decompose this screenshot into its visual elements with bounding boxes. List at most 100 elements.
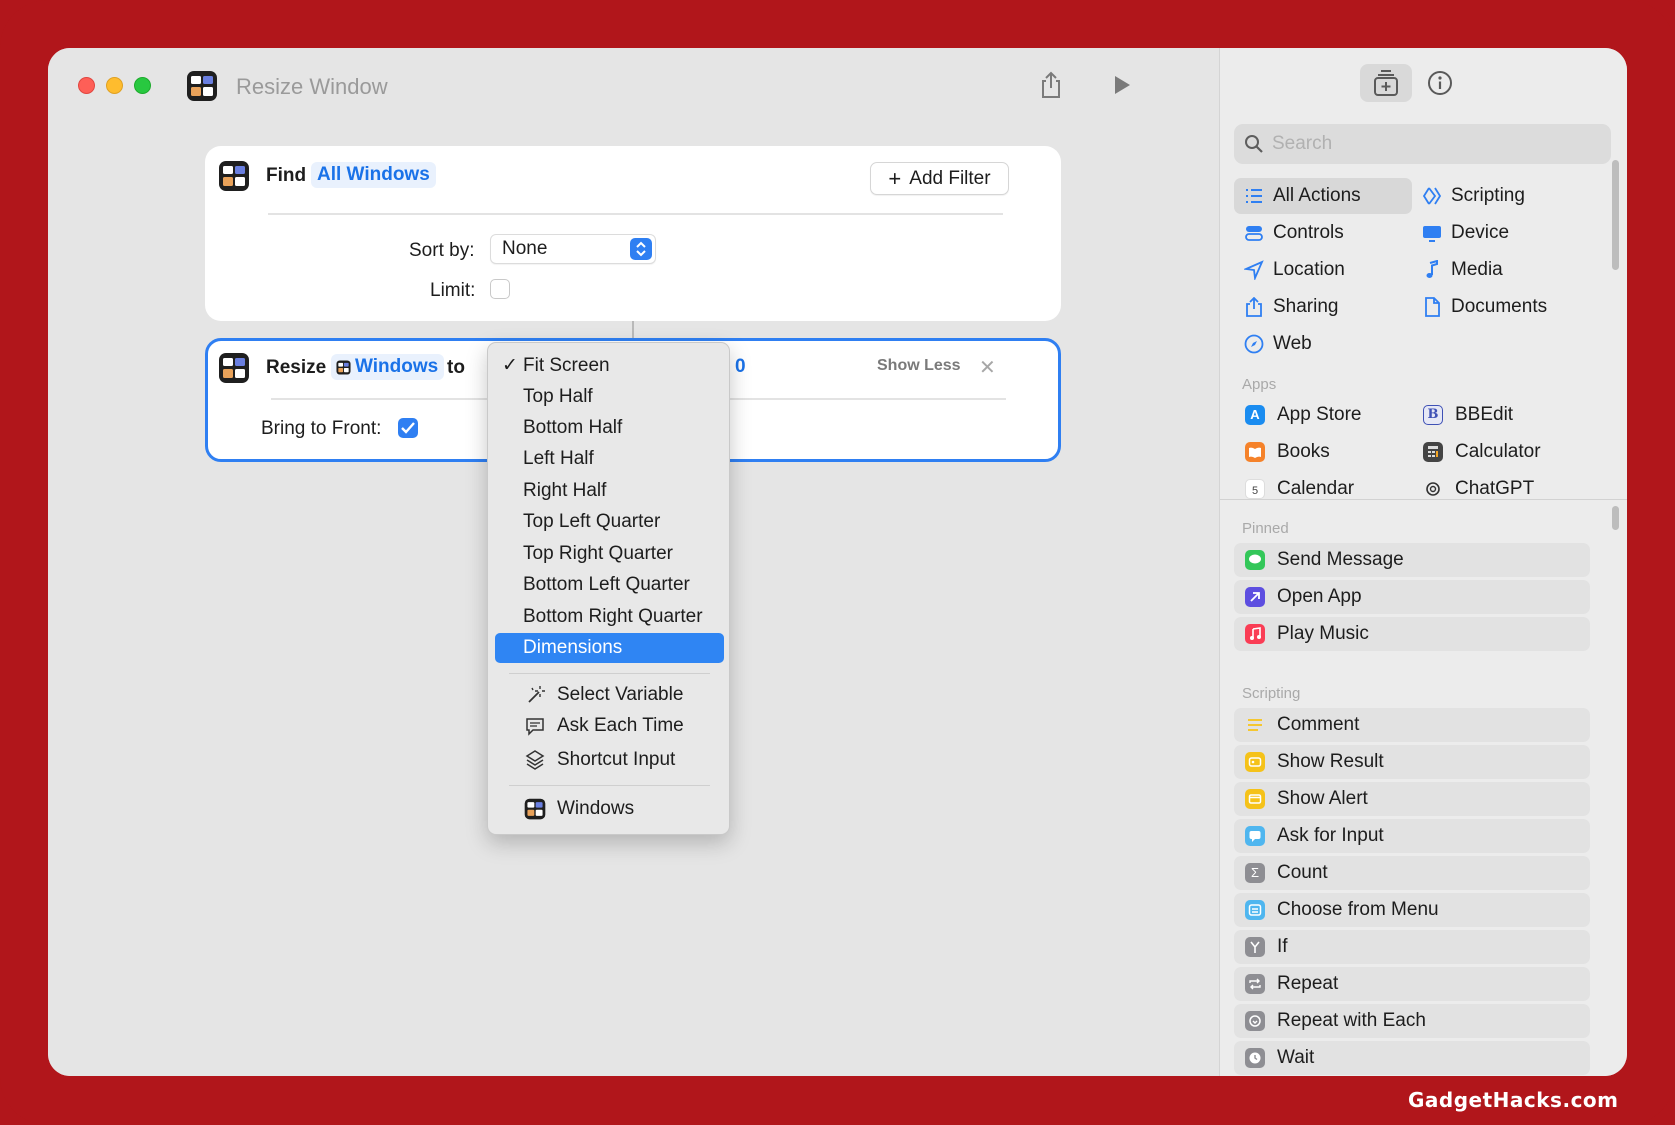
category-documents[interactable]: Documents [1412, 289, 1590, 325]
sort-by-select[interactable]: None [490, 234, 656, 264]
bbedit-icon: B [1423, 405, 1443, 425]
menu-item-left-half[interactable]: Left Half [495, 444, 724, 474]
bring-to-front-checkbox[interactable] [398, 418, 418, 438]
close-window-button[interactable] [78, 77, 95, 94]
action-wait[interactable]: Wait [1234, 1041, 1590, 1075]
action-ask-for-input[interactable]: Ask for Input [1234, 819, 1590, 853]
menu-item-ask-each-time[interactable]: Ask Each Time [495, 711, 724, 741]
details-button[interactable] [1414, 64, 1466, 102]
find-windows-action[interactable]: Find All Windows + Add Filter Sort by: N… [205, 146, 1061, 321]
app-label: BBEdit [1455, 404, 1514, 425]
app-item-books[interactable]: Books [1234, 437, 1330, 467]
add-filter-button[interactable]: + Add Filter [870, 162, 1009, 195]
sort-by-label: Sort by: [409, 240, 475, 261]
list-icon [1246, 189, 1262, 203]
action-library-button[interactable] [1360, 64, 1412, 102]
action-count[interactable]: Σ Count [1234, 856, 1590, 890]
zoom-window-button[interactable] [134, 77, 151, 94]
location-icon [1244, 260, 1264, 280]
menu-item-top-left-quarter[interactable]: Top Left Quarter [495, 507, 724, 537]
action-label: Play Music [1277, 623, 1369, 644]
menu-separator [509, 673, 710, 674]
app-label: Books [1277, 441, 1330, 462]
magic-wand-icon [528, 686, 545, 703]
run-button[interactable] [1105, 68, 1139, 102]
open-app-icon [1245, 587, 1265, 607]
category-label: All Actions [1273, 185, 1361, 206]
dimension-token[interactable]: 0 [729, 354, 752, 380]
resize-mode-menu: ✓ Fit Screen Top Half Bottom Half Left H… [487, 342, 730, 835]
action-if[interactable]: If [1234, 930, 1590, 964]
menu-item-label: Bottom Half [523, 417, 623, 438]
category-media[interactable]: Media [1412, 252, 1590, 288]
show-less-button[interactable]: Show Less [877, 357, 961, 375]
menu-item-label: Windows [557, 798, 635, 819]
category-label: Location [1273, 259, 1345, 280]
menu-item-label: Fit Screen [523, 355, 610, 376]
categories-scrollbar[interactable] [1612, 160, 1619, 270]
remove-action-button[interactable]: ✕ [979, 355, 996, 380]
app-item-bbedit[interactable]: B BBEdit [1412, 400, 1513, 430]
action-show-alert[interactable]: Show Alert [1234, 782, 1590, 816]
menu-item-shortcut-input[interactable]: Shortcut Input [495, 745, 724, 775]
app-item-app-store[interactable]: A App Store [1234, 400, 1362, 430]
category-controls[interactable]: Controls [1234, 215, 1412, 251]
all-windows-token[interactable]: All Windows [311, 162, 436, 188]
minimize-window-button[interactable] [106, 77, 123, 94]
find-label: Find [266, 165, 307, 186]
menu-item-select-variable[interactable]: Select Variable [495, 680, 724, 710]
limit-checkbox[interactable] [490, 279, 510, 299]
actions-scrollbar[interactable] [1612, 506, 1619, 530]
category-label: Sharing [1273, 296, 1339, 317]
sigma-icon: Σ [1245, 863, 1265, 883]
action-open-app[interactable]: Open App [1234, 580, 1590, 614]
action-repeat-with-each[interactable]: Repeat with Each [1234, 1004, 1590, 1038]
limit-label: Limit: [430, 280, 476, 301]
windows-icon [219, 353, 249, 383]
category-all-actions[interactable]: All Actions [1234, 178, 1412, 214]
menu-icon [1245, 900, 1265, 920]
action-repeat[interactable]: Repeat [1234, 967, 1590, 1001]
document-icon [1425, 297, 1440, 317]
messages-icon [1245, 550, 1265, 570]
action-choose-from-menu[interactable]: Choose from Menu [1234, 893, 1590, 927]
menu-item-dimensions[interactable]: Dimensions [495, 633, 724, 663]
calculator-icon [1423, 442, 1443, 462]
menu-item-bottom-half[interactable]: Bottom Half [495, 413, 724, 443]
category-sharing[interactable]: Sharing [1234, 289, 1412, 325]
category-location[interactable]: Location [1234, 252, 1412, 288]
clock-icon [1245, 1048, 1265, 1068]
action-label: Repeat with Each [1277, 1010, 1426, 1031]
windows-token[interactable]: Windows [331, 354, 445, 380]
action-play-music[interactable]: Play Music [1234, 617, 1590, 651]
category-label: Media [1451, 259, 1503, 280]
menu-item-bottom-left-quarter[interactable]: Bottom Left Quarter [495, 570, 724, 600]
category-scripting[interactable]: Scripting [1412, 178, 1590, 214]
menu-item-windows[interactable]: Windows [495, 794, 724, 824]
category-device[interactable]: Device [1412, 215, 1590, 251]
music-note-icon [1426, 260, 1438, 278]
menu-item-right-half[interactable]: Right Half [495, 476, 724, 506]
calendar-icon: 5 [1245, 479, 1265, 499]
close-icon: ✕ [979, 357, 996, 379]
app-item-calculator[interactable]: Calculator [1412, 437, 1541, 467]
category-label: Scripting [1451, 185, 1525, 206]
action-comment[interactable]: Comment [1234, 708, 1590, 742]
device-icon [1423, 226, 1441, 242]
action-label: Send Message [1277, 549, 1404, 570]
action-label: Show Alert [1277, 788, 1368, 809]
app-label: Calendar [1277, 478, 1355, 499]
menu-item-top-half[interactable]: Top Half [495, 382, 724, 412]
action-label: Count [1277, 862, 1328, 883]
menu-item-top-right-quarter[interactable]: Top Right Quarter [495, 539, 724, 569]
app-store-icon: A [1245, 405, 1265, 425]
menu-item-bottom-right-quarter[interactable]: Bottom Right Quarter [495, 602, 724, 632]
action-send-message[interactable]: Send Message [1234, 543, 1590, 577]
search-input[interactable]: Search [1234, 124, 1611, 164]
share-button[interactable] [1034, 68, 1068, 102]
category-label: Web [1273, 333, 1312, 354]
windows-icon [219, 161, 249, 191]
action-show-result[interactable]: Show Result [1234, 745, 1590, 779]
category-web[interactable]: Web [1234, 326, 1412, 362]
menu-item-fit-screen[interactable]: ✓ Fit Screen [495, 351, 724, 381]
